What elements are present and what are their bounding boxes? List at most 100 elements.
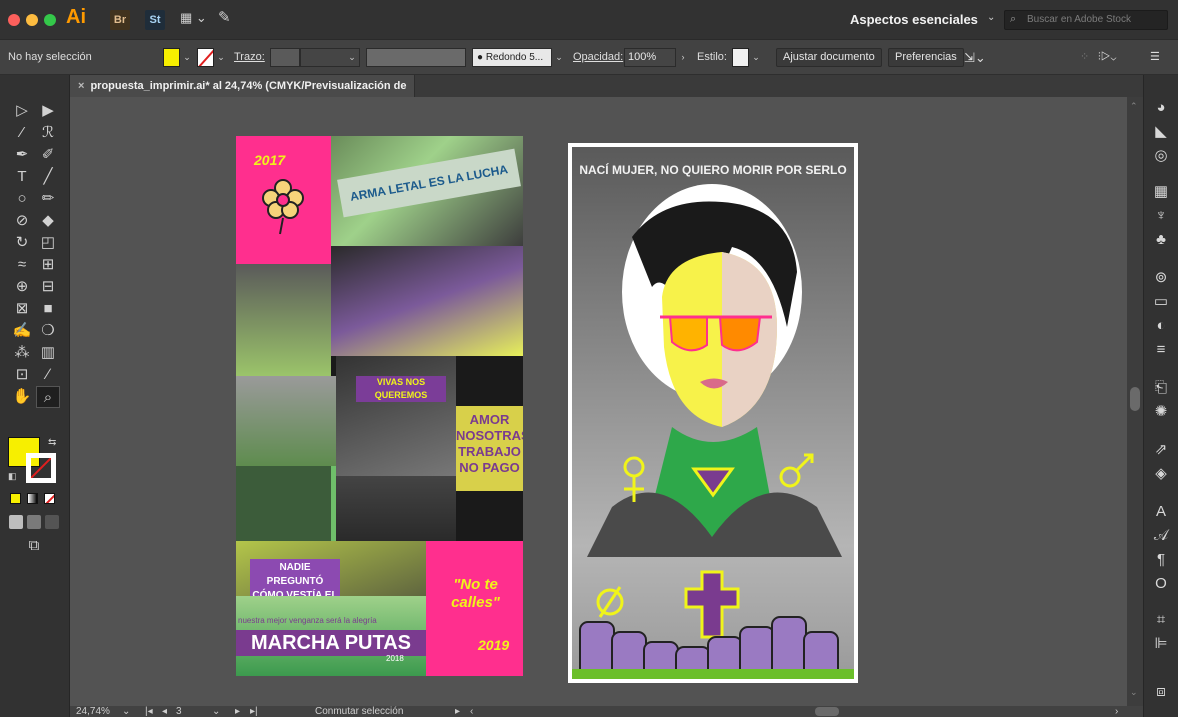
artboard-poster[interactable]: NACÍ MUJER, NO QUIERO MORIR POR SERLO bbox=[568, 143, 858, 683]
status-toggle[interactable]: Conmutar selección bbox=[315, 706, 403, 717]
previous-artboard-icon[interactable]: ◂ bbox=[162, 706, 167, 717]
type-tool-icon[interactable]: T bbox=[10, 166, 34, 188]
eyedropper-tool-icon[interactable]: ✍ bbox=[10, 320, 34, 342]
stock-search-field[interactable]: ⌕ Buscar en Adobe Stock bbox=[1004, 10, 1168, 30]
swap-colors-icon[interactable]: ⇆ bbox=[48, 437, 56, 448]
close-window-button[interactable] bbox=[8, 14, 20, 26]
workspace-chevron-icon[interactable]: ⌄ bbox=[987, 12, 995, 23]
style-dropdown-icon[interactable]: ⌄ bbox=[749, 49, 763, 66]
ellipse-tool-icon[interactable]: ○ bbox=[10, 188, 34, 210]
variable-width-profile[interactable] bbox=[366, 48, 466, 67]
direct-selection-tool-icon[interactable]: ▶ bbox=[36, 100, 60, 122]
brush-dropdown-icon[interactable]: ⌄ bbox=[552, 49, 566, 66]
align-panel-icon[interactable]: ⊫ bbox=[1150, 633, 1172, 655]
draw-behind-icon[interactable] bbox=[27, 515, 41, 529]
mesh-tool-icon[interactable]: ⊠ bbox=[10, 298, 34, 320]
arrange-documents-icon[interactable]: ▦ ⌄ bbox=[180, 10, 207, 26]
layers-icon[interactable]: ◈ bbox=[1150, 463, 1172, 485]
bridge-badge[interactable]: Br bbox=[110, 10, 130, 30]
hand-tool-icon[interactable]: ✋ bbox=[10, 386, 34, 408]
free-transform-tool-icon[interactable]: ⊞ bbox=[36, 254, 60, 276]
artboard-tool-icon[interactable]: ⊡ bbox=[10, 364, 34, 386]
zoom-tool-icon[interactable]: ⌕ bbox=[36, 386, 60, 408]
transform-panel-icon[interactable]: ⧈ bbox=[1150, 681, 1172, 703]
scroll-down-icon[interactable]: ⌄ bbox=[1130, 687, 1138, 698]
shaper-tool-icon[interactable]: ⊘ bbox=[10, 210, 34, 232]
links-icon[interactable]: ⇗ bbox=[1150, 439, 1172, 461]
artboard-collage[interactable]: 2017 ARMA LETAL ES LA LUCHA VIVAS NOS QU… bbox=[236, 136, 523, 676]
color-guide-icon[interactable]: ◕ bbox=[1150, 97, 1172, 119]
creative-cloud-libraries-icon[interactable]: ⊚ bbox=[1150, 267, 1172, 289]
paragraph-icon[interactable]: ¶ bbox=[1150, 549, 1172, 571]
width-tool-icon[interactable]: ≈ bbox=[10, 254, 34, 276]
horizontal-scroll-left-icon[interactable]: ‹ bbox=[470, 706, 473, 717]
slice-tool-icon[interactable]: ∕ bbox=[36, 364, 60, 386]
horizontal-scroll-thumb[interactable] bbox=[815, 707, 839, 716]
scale-tool-icon[interactable]: ◰ bbox=[36, 232, 60, 254]
stroke-weight-dropdown-icon[interactable]: ⌄ bbox=[345, 49, 359, 66]
fill-swatch[interactable] bbox=[163, 48, 180, 67]
next-artboard-icon[interactable]: ▸ bbox=[235, 706, 240, 717]
none-mode-icon[interactable] bbox=[44, 493, 55, 504]
vertical-scroll-thumb[interactable] bbox=[1130, 387, 1140, 411]
arrange-icon[interactable]: ⇲⌄ bbox=[964, 49, 986, 66]
panel-menu-icon[interactable]: ☰ bbox=[1150, 49, 1160, 66]
appearance-icon[interactable]: ◣ bbox=[1150, 121, 1172, 143]
zoom-level[interactable]: 24,74% bbox=[76, 706, 110, 717]
last-artboard-icon[interactable]: ▸| bbox=[250, 706, 258, 717]
opacity-arrow-icon[interactable]: › bbox=[676, 49, 690, 66]
preferences-button[interactable]: Preferencias bbox=[888, 48, 964, 67]
opentype-icon[interactable]: O bbox=[1150, 573, 1172, 595]
column-graph-tool-icon[interactable]: ▥ bbox=[36, 342, 60, 364]
document-tab[interactable]: × propuesta_imprimir.ai* al 24,74% (CMYK/… bbox=[70, 75, 415, 114]
perspective-grid-tool-icon[interactable]: ⊟ bbox=[36, 276, 60, 298]
blend-tool-icon[interactable]: ❍ bbox=[36, 320, 60, 342]
first-artboard-icon[interactable]: |◂ bbox=[145, 706, 153, 717]
stroke-weight-stepper[interactable] bbox=[270, 48, 300, 67]
character-icon[interactable]: A bbox=[1150, 501, 1172, 523]
graphic-style-swatch[interactable] bbox=[732, 48, 749, 67]
stroke-dropdown-icon[interactable]: ⌄ bbox=[214, 49, 228, 66]
brushes-icon[interactable]: ♆ bbox=[1150, 205, 1172, 227]
fit-document-button[interactable]: Ajustar documento bbox=[776, 48, 882, 67]
paintbrush-tool-icon[interactable]: ✏ bbox=[36, 188, 60, 210]
zoom-dropdown-icon[interactable]: ⌄ bbox=[122, 706, 130, 717]
line-tool-icon[interactable]: ╱ bbox=[36, 166, 60, 188]
stroke-panel-icon[interactable]: ≡ bbox=[1150, 339, 1172, 361]
opacity-label[interactable]: Opacidad: bbox=[573, 49, 623, 66]
gradient-tool-icon[interactable]: ■ bbox=[36, 298, 60, 320]
curvature-tool-icon[interactable]: ✐ bbox=[36, 144, 60, 166]
symbols-icon[interactable]: ♣ bbox=[1150, 229, 1172, 251]
draw-inside-icon[interactable] bbox=[45, 515, 59, 529]
pen-tool-icon[interactable]: ✒ bbox=[10, 144, 34, 166]
symbol-sprayer-tool-icon[interactable]: ⁂ bbox=[10, 342, 34, 364]
transparency-icon[interactable]: ◐ bbox=[1150, 315, 1172, 337]
image-trace-icon[interactable]: ◎ bbox=[1150, 145, 1172, 167]
color-mode-icon[interactable] bbox=[10, 493, 21, 504]
minimize-window-button[interactable] bbox=[26, 14, 38, 26]
artboard-number[interactable]: 3 bbox=[176, 706, 182, 717]
swatches-icon[interactable]: ▦ bbox=[1150, 181, 1172, 203]
stroke-swatch[interactable] bbox=[197, 48, 214, 67]
selection-tool-icon[interactable]: ▷ bbox=[10, 100, 34, 122]
stroke-color-box[interactable] bbox=[26, 453, 56, 483]
close-tab-icon[interactable]: × bbox=[78, 80, 84, 92]
asset-export-icon[interactable]: ✺ bbox=[1150, 401, 1172, 423]
lasso-tool-icon[interactable]: ℛ bbox=[36, 122, 60, 144]
eraser-tool-icon[interactable]: ◆ bbox=[36, 210, 60, 232]
stroke-label[interactable]: Trazo: bbox=[234, 49, 265, 66]
screen-mode-icon[interactable]: ⧉ bbox=[22, 535, 46, 557]
shape-builder-tool-icon[interactable]: ⊕ bbox=[10, 276, 34, 298]
default-colors-icon[interactable]: ◧ bbox=[8, 471, 17, 482]
transform-icon[interactable]: ⫶▷⌄ bbox=[1098, 49, 1117, 66]
opacity-field[interactable]: 100% bbox=[624, 48, 676, 67]
status-arrow-icon[interactable]: ▸ bbox=[455, 706, 460, 717]
brush-definition[interactable]: ● Redondo 5... bbox=[472, 48, 552, 67]
horizontal-scroll-right-icon[interactable]: › bbox=[1115, 706, 1118, 717]
workspace-switcher[interactable]: Aspectos esenciales bbox=[850, 12, 978, 27]
artboard-dropdown-icon[interactable]: ⌄ bbox=[212, 706, 220, 717]
scroll-up-icon[interactable]: ⌃ bbox=[1130, 101, 1138, 112]
export-icon[interactable]: ⎗ bbox=[1150, 377, 1172, 399]
pathfinder-icon[interactable]: ⌗ bbox=[1150, 609, 1172, 631]
stock-badge[interactable]: St bbox=[145, 10, 165, 30]
